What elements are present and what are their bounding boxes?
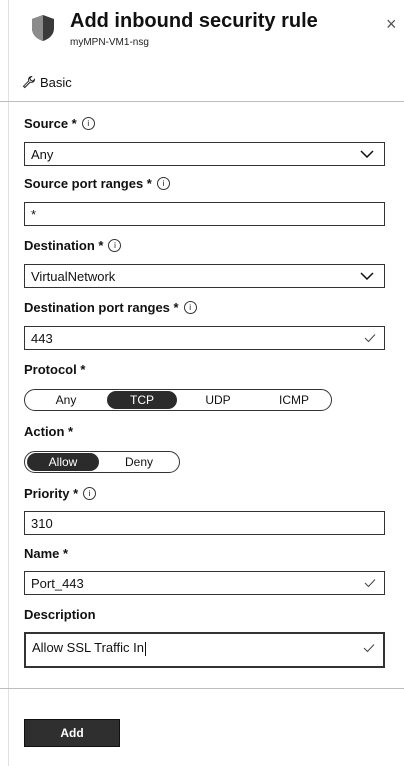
destination-select[interactable]: VirtualNetwork [24, 264, 385, 288]
source-port-ranges-label-text: Source port ranges * [24, 176, 152, 191]
info-icon: i [108, 239, 122, 252]
protocol-option-icmp[interactable]: ICMP [259, 391, 329, 409]
destination-port-ranges-label: Destination port ranges * i [24, 300, 197, 315]
add-button[interactable]: Add [24, 719, 120, 747]
text-cursor [145, 641, 146, 656]
action-label: Action * [24, 424, 73, 439]
protocol-label: Protocol * [24, 362, 85, 377]
protocol-option-any[interactable]: Any [31, 391, 101, 409]
checkmark-icon [364, 334, 376, 343]
protocol-toggle: Any TCP UDP ICMP [24, 389, 332, 411]
panel-header: Add inbound security rule myMPN-VM1-nsg … [0, 0, 404, 52]
name-input[interactable]: Port_443 [24, 571, 385, 595]
chevron-down-icon [360, 150, 374, 158]
source-port-ranges-label: Source port ranges * i [24, 176, 170, 191]
name-label-text: Name * [24, 546, 69, 561]
description-label-text: Description [24, 607, 96, 622]
destination-port-ranges-label-text: Destination port ranges * [24, 300, 179, 315]
close-icon[interactable]: × [386, 14, 397, 35]
action-option-allow[interactable]: Allow [27, 453, 99, 471]
source-value: Any [31, 146, 54, 162]
source-label-text: Source * [24, 116, 77, 131]
description-value: Allow SSL Traffic In [32, 640, 363, 656]
wrench-icon [22, 75, 36, 89]
checkmark-icon [364, 579, 376, 588]
destination-label-text: Destination * [24, 238, 104, 253]
name-label: Name * [24, 546, 68, 561]
priority-input[interactable]: 310 [24, 511, 385, 535]
action-label-text: Action * [24, 424, 74, 439]
priority-label: Priority * i [24, 486, 97, 501]
source-label: Source * i [24, 116, 95, 131]
source-port-ranges-input[interactable]: * [24, 202, 385, 226]
tab-basic[interactable]: Basic [22, 72, 72, 92]
page-title: Add inbound security rule [70, 10, 318, 32]
page-subtitle: myMPN-VM1-nsg [70, 37, 149, 48]
info-icon: i [83, 487, 97, 500]
info-icon: i [81, 117, 95, 130]
info-icon: i [156, 177, 170, 190]
header-divider [0, 101, 404, 102]
checkmark-icon [363, 644, 375, 653]
panel-left-border [8, 0, 9, 766]
source-select[interactable]: Any [24, 142, 385, 166]
source-port-ranges-value: * [31, 206, 37, 222]
footer-divider [0, 688, 404, 689]
description-label: Description [24, 607, 96, 622]
protocol-option-tcp[interactable]: TCP [107, 391, 177, 409]
destination-label: Destination * i [24, 238, 122, 253]
action-toggle: Allow Deny [24, 451, 180, 473]
shield-icon [32, 15, 54, 41]
description-text: Allow SSL Traffic In [32, 640, 144, 655]
description-input[interactable]: Allow SSL Traffic In [24, 632, 385, 668]
info-icon: i [183, 301, 197, 314]
destination-value: VirtualNetwork [31, 268, 116, 284]
tab-basic-label: Basic [40, 74, 72, 90]
action-option-deny[interactable]: Deny [103, 453, 175, 471]
name-value: Port_443 [31, 575, 84, 591]
protocol-option-udp[interactable]: UDP [183, 391, 253, 409]
priority-value: 310 [31, 515, 53, 531]
destination-port-ranges-input[interactable]: 443 [24, 326, 385, 350]
protocol-label-text: Protocol * [24, 362, 86, 377]
destination-port-ranges-value: 443 [31, 330, 53, 346]
priority-label-text: Priority * [24, 486, 79, 501]
chevron-down-icon [360, 272, 374, 280]
